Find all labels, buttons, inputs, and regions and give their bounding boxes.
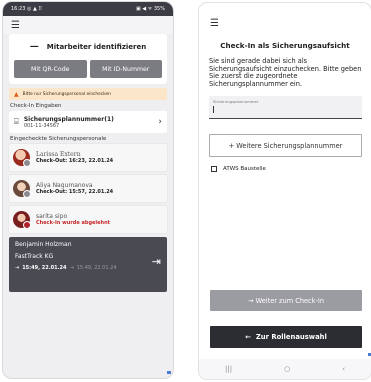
- identify-title: Mitarbeiter identifizieren: [46, 43, 147, 51]
- entry-number: 001-11-34567: [23, 122, 60, 129]
- person-card[interactable]: Larissa Extern Check-Out: 16:23, 22.01.2…: [9, 144, 167, 171]
- plan-number-field[interactable]: Sicherungsplannummer: [209, 96, 362, 120]
- entry-text: Sicherungsplannummer(1) 001-11-34567: [24, 116, 154, 129]
- checkin-time: 15:49, 22.01.24: [22, 265, 67, 271]
- checked-section-label: Eingecheckte Sicherungspersonale: [10, 136, 107, 142]
- menu-bar: ☰: [3, 16, 173, 34]
- menu-bar: ☰: [199, 3, 371, 29]
- chevron-right-icon: ›: [158, 117, 162, 127]
- arrow-left-icon: ←: [245, 333, 251, 341]
- menu-icon[interactable]: ☰: [11, 20, 20, 31]
- collapse-dash-icon[interactable]: —: [30, 42, 39, 52]
- person-name: Larissa Extern: [36, 151, 81, 158]
- identify-buttons: Mit QR-Code Mit ID-Nummer: [14, 60, 162, 78]
- status-time-and-icons: 16:23 ◎ ▲ ⠿: [11, 6, 42, 12]
- id-number-button[interactable]: Mit ID-Nummer: [89, 60, 162, 78]
- continue-checkin-button[interactable]: → Weiter zum Check-In: [210, 290, 362, 311]
- checkin-icon: ⇥: [15, 265, 20, 271]
- document-icon: ⌸: [14, 117, 19, 126]
- status-left-icons: ◎ ▲ ⠿: [27, 6, 43, 12]
- checkin-section-label: Check-In Eingaben: [10, 103, 62, 109]
- plan-number-label: Sicherungsplannummer: [213, 99, 259, 105]
- home-icon[interactable]: ○: [284, 365, 290, 373]
- avatar: [13, 180, 31, 198]
- person-info: Aliya Nagumanova Check-Out: 15:57, 22.01…: [36, 182, 113, 195]
- checkout-icon: ⇥: [69, 265, 74, 271]
- person-status-rejected: Check-In wurde abgelehnt: [36, 220, 111, 226]
- status-dot-icon: [23, 190, 31, 198]
- plan-number-entry[interactable]: ⌸ Sicherungsplannummer(1) 001-11-34567 ›: [9, 111, 167, 133]
- person-status: Check-Out: 15:57, 22.01.24: [36, 189, 114, 195]
- person-name: Aliya Nagumanova: [36, 182, 93, 189]
- checkbox-icon[interactable]: [211, 166, 217, 173]
- warning-icon: ▲: [14, 90, 19, 98]
- current-user-name: Benjamin Holzman: [15, 241, 72, 248]
- status-dot-icon: [23, 221, 31, 229]
- back-icon[interactable]: ‹: [342, 365, 345, 373]
- atws-checkbox-row[interactable]: ATWS Baustelle: [211, 166, 371, 173]
- current-user-times: ⇥ 15:49, 22.01.24 ⇥ 15:49, 22.01.24: [15, 265, 161, 271]
- menu-icon[interactable]: ☰: [210, 18, 219, 29]
- qr-code-button[interactable]: Mit QR-Code: [14, 60, 87, 78]
- avatar: [13, 149, 31, 167]
- checkout-time: 15:49, 22.01.24: [76, 265, 117, 271]
- warning-text: Bitte nur Sicherungspersonal einchecken: [22, 91, 111, 97]
- right-phone-screen: ☰ Check-In als Sicherungsaufsicht Sie si…: [199, 3, 371, 379]
- instruction-text: Sie sind gerade dabei sich als Sicherung…: [209, 57, 362, 88]
- person-card[interactable]: Aliya Nagumanova Check-Out: 15:57, 22.01…: [9, 175, 167, 202]
- person-info: Larissa Extern Check-Out: 16:23, 22.01.2…: [36, 151, 113, 164]
- logout-icon[interactable]: ⇥: [152, 255, 161, 268]
- person-name: sarita sipo: [36, 213, 68, 220]
- person-status: Check-Out: 16:23, 22.01.24: [36, 158, 114, 164]
- status-bar: 16:23 ◎ ▲ ⠿ ▣ ◀ ᯤ 35%: [3, 2, 173, 16]
- scroll-indicator: [167, 371, 171, 374]
- checkbox-label: ATWS Baustelle: [223, 166, 266, 173]
- avatar: [13, 211, 31, 229]
- back-button-label: Zur Rollenauswahl: [255, 333, 327, 341]
- back-to-roles-button[interactable]: ← Zur Rollenauswahl: [210, 326, 362, 348]
- warning-banner: ▲ Bitte nur Sicherungspersonal einchecke…: [9, 88, 167, 100]
- system-nav-bar: ||| ○ ‹: [199, 359, 371, 379]
- person-card[interactable]: sarita sipo Check-In wurde abgelehnt: [9, 206, 167, 233]
- person-info: sarita sipo Check-In wurde abgelehnt: [36, 213, 110, 226]
- status-right-icons: ▣ ◀ ᯤ 35%: [135, 6, 165, 12]
- identify-card: — Mitarbeiter identifizieren Mit QR-Code…: [9, 34, 167, 84]
- current-user-card: Benjamin Holzman FastTrack KG ⇥ 15:49, 2…: [9, 237, 167, 292]
- page-title: Check-In als Sicherungsaufsicht: [220, 41, 350, 50]
- add-plan-number-button[interactable]: + Weitere Sicherungsplannummer: [209, 134, 362, 158]
- identify-title-row: — Mitarbeiter identifizieren: [14, 38, 162, 56]
- entry-title: Sicherungsplannummer(1): [23, 115, 114, 123]
- recent-apps-icon[interactable]: |||: [225, 365, 232, 373]
- status-dot-icon: [23, 159, 31, 167]
- status-time: 16:23: [11, 6, 26, 12]
- left-phone-screen: 16:23 ◎ ▲ ⠿ ▣ ◀ ᯤ 35% ☰ — Mitarbeiter id…: [3, 2, 173, 378]
- current-user-company: FastTrack KG: [15, 253, 54, 260]
- text-caret: [213, 106, 214, 114]
